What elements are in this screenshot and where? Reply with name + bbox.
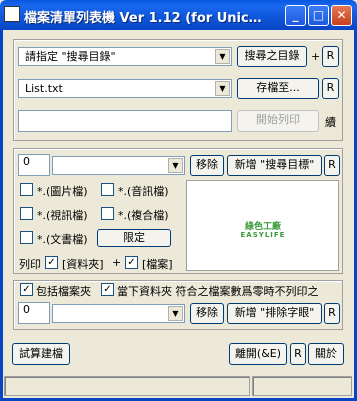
checkbox-images[interactable]	[20, 183, 33, 196]
chevron-down-icon[interactable]: ▼	[168, 306, 183, 321]
label-documents: *.(文書檔)	[37, 233, 88, 246]
minimize-button[interactable]: _	[285, 5, 306, 26]
save-to-button[interactable]: 存檔至...	[237, 78, 319, 99]
reset-button-1[interactable]: R	[322, 46, 339, 67]
plus-label-2: +	[112, 256, 122, 269]
label-images: *.(圖片檔)	[37, 185, 88, 198]
close-button[interactable]: ✕	[331, 5, 352, 26]
checkbox-video[interactable]	[20, 207, 33, 220]
status-bar-right	[252, 376, 352, 396]
skip-zero-label: 當下資料夾 符合之檔案數爲零時不列印之	[117, 285, 319, 298]
search-dir-combo[interactable]: 請指定 "搜尋目錄" ▼	[18, 47, 232, 66]
include-subfolders-label: 包括檔案夾	[36, 285, 91, 298]
checkbox-folders[interactable]: ✓	[45, 256, 58, 269]
reset-button-3[interactable]: R	[324, 155, 340, 176]
checkbox-compound[interactable]	[101, 207, 114, 220]
remove-target-button[interactable]: 移除	[190, 155, 224, 176]
start-print-button[interactable]: 開始列印	[237, 110, 319, 132]
label-audio: *.(音訊檔)	[118, 185, 169, 198]
output-file-combo[interactable]: List.txt ▼	[18, 79, 232, 98]
maximize-button[interactable]: □	[308, 5, 329, 26]
reset-button-2[interactable]: R	[322, 78, 339, 99]
estimate-button[interactable]: 試算建檔	[12, 343, 70, 365]
chevron-down-icon[interactable]: ▼	[168, 158, 183, 173]
exclude-count: 0	[18, 302, 50, 324]
reset-button-5[interactable]: R	[290, 343, 306, 365]
reset-button-4[interactable]: R	[324, 303, 340, 324]
search-dir-combo-value: 請指定 "搜尋目錄"	[25, 50, 116, 63]
add-target-button[interactable]: 新增 "搜尋目標"	[227, 155, 322, 176]
checkbox-skip-zero[interactable]: ✓	[101, 283, 114, 296]
checkbox-files[interactable]: ✓	[125, 256, 138, 269]
app-icon	[4, 6, 20, 22]
add-exclude-button[interactable]: 新增 "排除字眼"	[227, 303, 322, 324]
files-label: [檔案]	[142, 258, 173, 271]
label-compound: *.(複合檔)	[118, 209, 169, 222]
checkbox-include-subfolders[interactable]: ✓	[20, 283, 33, 296]
print-label: 列印	[19, 258, 41, 271]
window-title: 檔案清單列表機 Ver 1.12 (for Unic…	[24, 11, 262, 26]
logo-bottom-text: EASYLIFE	[240, 231, 286, 239]
remove-exclude-button[interactable]: 移除	[190, 303, 224, 324]
search-dir-button[interactable]: 搜尋之目錄	[237, 46, 307, 67]
checkbox-documents[interactable]	[20, 231, 33, 244]
limit-button[interactable]: 限定	[97, 229, 171, 247]
chevron-down-icon[interactable]: ▼	[215, 49, 230, 64]
target-count: 0	[18, 154, 50, 176]
target-combo[interactable]: ▼	[52, 156, 185, 175]
progress-textbox	[18, 110, 232, 132]
checkbox-audio[interactable]	[101, 183, 114, 196]
plus-label: +	[311, 50, 321, 63]
status-bar-left	[4, 376, 250, 396]
label-video: *.(視訊檔)	[37, 209, 88, 222]
chevron-down-icon[interactable]: ▼	[215, 81, 230, 96]
folders-label: [資料夾]	[62, 258, 104, 271]
output-file-value: List.txt	[25, 82, 63, 95]
exclude-combo[interactable]: ▼	[52, 304, 185, 323]
continue-label[interactable]: 續	[325, 114, 336, 130]
about-button[interactable]: 關於	[308, 343, 344, 365]
exit-button[interactable]: 離開(&E)	[229, 343, 287, 365]
